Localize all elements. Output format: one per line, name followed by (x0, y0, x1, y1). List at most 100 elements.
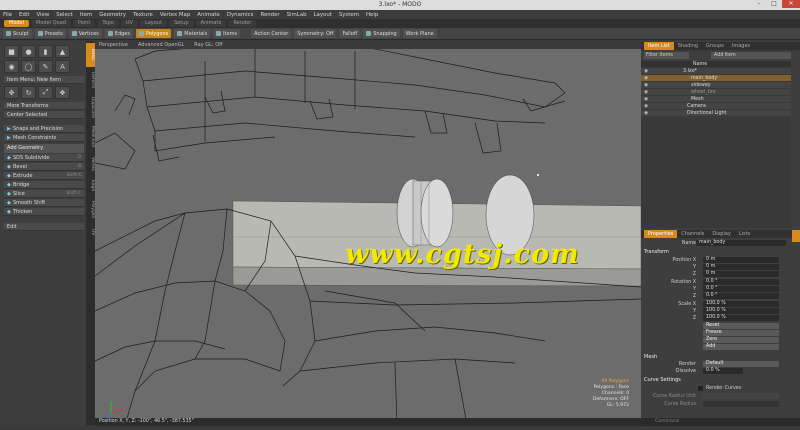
scale-z-field[interactable]: 100.0 % (703, 315, 779, 321)
tab-item-list[interactable]: Item List (644, 42, 674, 50)
scale-x-field[interactable]: 100.0 % (703, 301, 779, 307)
transform-header[interactable]: Transform (644, 249, 669, 255)
freeze-button[interactable]: Freeze (703, 330, 779, 336)
add-item-button[interactable]: Add Item (711, 52, 791, 59)
tool-thicken[interactable]: ◆ Thicken (4, 208, 84, 216)
presets-button[interactable]: Presets (34, 29, 66, 38)
tab-polygon[interactable]: Polygon (86, 197, 95, 223)
torus-icon[interactable]: ◯ (21, 60, 36, 73)
tab-basic[interactable]: Basic (86, 43, 95, 67)
more-transforms-dropdown[interactable]: More Transforms (4, 102, 84, 110)
menu-dynamics[interactable]: Dynamics (227, 12, 254, 18)
eye-icon[interactable]: ◉ (644, 96, 648, 103)
minimize-button[interactable]: – (752, 0, 766, 8)
action-center-dropdown[interactable]: Action Center (251, 29, 292, 38)
raygl-toggle[interactable]: Ray GL: Off (194, 42, 222, 48)
tab-setup[interactable]: Setup (168, 20, 194, 27)
menu-view[interactable]: View (36, 12, 49, 18)
tab-images[interactable]: Images (728, 42, 754, 50)
tab-render[interactable]: Render (228, 20, 257, 27)
center-selected-dropdown[interactable]: Center Selected (4, 111, 84, 119)
tab-duplicate[interactable]: Duplicate (86, 93, 95, 121)
tab-display[interactable]: Display (708, 230, 734, 238)
tab-channels[interactable]: Channels (677, 230, 708, 238)
cylinder-icon[interactable]: ▮ (38, 45, 53, 58)
transform-icon[interactable]: ❖ (55, 86, 70, 99)
eye-icon[interactable]: ◉ (644, 89, 648, 96)
pen-icon[interactable]: ✎ (38, 60, 53, 73)
tab-animate[interactable]: Animate (195, 20, 227, 27)
reset-button[interactable]: Reset (703, 323, 779, 329)
item-menu-dropdown[interactable]: Item Menu: New Item (4, 76, 84, 84)
tool-sds-subdivide[interactable]: ◆ SDS Subdivide D (4, 154, 84, 162)
cone-icon[interactable]: ▲ (55, 45, 70, 58)
text-icon[interactable]: A (55, 60, 70, 73)
tab-uv[interactable]: UV (86, 225, 95, 239)
menu-select[interactable]: Select (56, 12, 73, 18)
close-button[interactable]: ✕ (782, 0, 800, 8)
tab-layout[interactable]: Layout (139, 20, 167, 27)
menu-simlab[interactable]: SimLab (287, 12, 307, 18)
maximize-button[interactable]: □ (767, 0, 781, 8)
sphere-icon[interactable]: ● (21, 45, 36, 58)
rotate-icon[interactable]: ↻ (21, 86, 36, 99)
properties-side-tab[interactable] (792, 230, 800, 242)
menu-file[interactable]: File (3, 12, 12, 18)
tool-slice[interactable]: ◆ Slice Shift-C (4, 190, 84, 198)
rotation-y-field[interactable]: 0.0 ° (703, 286, 779, 292)
menu-item[interactable]: Item (80, 12, 92, 18)
rotation-z-field[interactable]: 0.0 ° (703, 293, 779, 299)
work-plane-dropdown[interactable]: Work Plane (402, 29, 437, 38)
falloff-dropdown[interactable]: Falloff (339, 29, 361, 38)
view-type-dropdown[interactable]: Perspective (99, 42, 128, 48)
curve-settings-header[interactable]: Curve Settings (644, 377, 681, 383)
tool-mesh-constraints[interactable]: ▶ Mesh Constraints (4, 134, 84, 142)
cube-icon[interactable]: ■ (4, 45, 19, 58)
rotation-x-field[interactable]: 0.0 ° (703, 279, 779, 285)
tool-extrude[interactable]: ◆ Extrude Shift-X (4, 172, 84, 180)
tab-deform[interactable]: Deform (86, 69, 95, 91)
materials-button[interactable]: Materials (174, 29, 211, 38)
tab-topo[interactable]: Topo (97, 20, 119, 27)
tab-shading[interactable]: Shading (674, 42, 702, 50)
menu-edit[interactable]: Edit (19, 12, 29, 18)
command-input[interactable]: Command (641, 418, 800, 426)
snapping-button[interactable]: Snapping (363, 29, 400, 38)
menu-texture[interactable]: Texture (133, 12, 153, 18)
name-field[interactable]: main_body (696, 240, 786, 246)
list-item[interactable]: ◉ 3.lxo* (641, 68, 791, 75)
list-item[interactable]: ◉ wheel_tire (641, 89, 791, 96)
items-button[interactable]: Items (213, 29, 241, 38)
menu-geometry[interactable]: Geometry (99, 12, 126, 18)
scale-y-field[interactable]: 100.0 % (703, 308, 779, 314)
tab-lists[interactable]: Lists (735, 230, 754, 238)
tab-model[interactable]: Model (4, 20, 30, 27)
menu-vertex-map[interactable]: Vertex Map (160, 12, 190, 18)
tab-mesh-edit[interactable]: Mesh Edit (86, 123, 95, 151)
menu-render[interactable]: Render (260, 12, 279, 18)
add-button[interactable]: Add (703, 344, 779, 350)
menu-system[interactable]: System (339, 12, 359, 18)
list-item[interactable]: ◉ Directional Light (641, 110, 791, 117)
sculpt-button[interactable]: Sculpt (3, 29, 32, 38)
symmetry-dropdown[interactable]: Symmetry: Off (294, 29, 337, 38)
capsule-icon[interactable]: ◉ (4, 60, 19, 73)
eye-icon[interactable]: ◉ (644, 75, 648, 82)
tool-snaps[interactable]: ▶ Snaps and Precision (4, 125, 84, 133)
eye-icon[interactable]: ◉ (644, 110, 648, 117)
edit-dropdown[interactable]: Edit (4, 223, 84, 231)
position-z-field[interactable]: 0 m (703, 271, 779, 277)
tab-uv[interactable]: UV (120, 20, 138, 27)
position-y-field[interactable]: 0 m (703, 264, 779, 270)
menu-layout[interactable]: Layout (314, 12, 332, 18)
tab-edge[interactable]: Edge (86, 177, 95, 195)
position-x-field[interactable]: 0 m (703, 257, 779, 263)
menu-help[interactable]: Help (366, 12, 378, 18)
eye-icon[interactable]: ◉ (644, 82, 648, 89)
tab-properties[interactable]: Properties (644, 230, 678, 238)
filter-items-dropdown[interactable]: Filter Items (644, 52, 689, 59)
menu-animate[interactable]: Animate (197, 12, 220, 18)
render-curves-checkbox[interactable] (698, 386, 703, 391)
tool-bridge[interactable]: ◆ Bridge (4, 181, 84, 189)
shading-dropdown[interactable]: Advanced OpenGL (138, 42, 184, 48)
